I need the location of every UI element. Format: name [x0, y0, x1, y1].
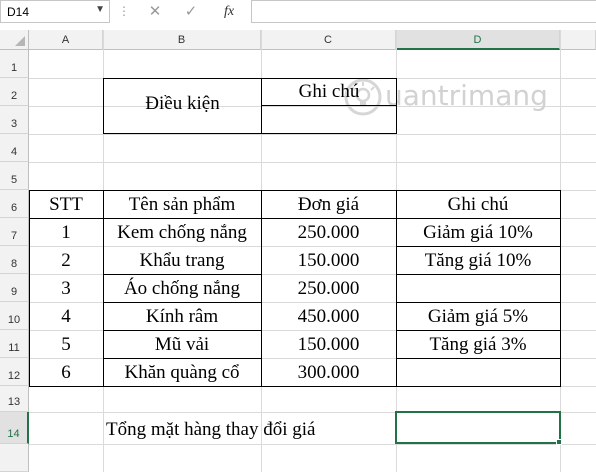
row-header-5[interactable]: 5	[0, 162, 29, 190]
fill-handle[interactable]	[556, 439, 562, 445]
row-number: 9	[10, 286, 18, 298]
row-header-1[interactable]: 1	[0, 50, 29, 78]
select-all-corner[interactable]	[0, 30, 29, 50]
row-header-15[interactable]	[0, 444, 29, 472]
worksheet-grid[interactable]: A B C D 1 2 3 4 5 6 7 8 9 10 11 12 13 14	[0, 30, 596, 472]
column-header-d[interactable]: D	[396, 30, 560, 50]
cell-product-name[interactable]: Kem chống nắng	[103, 222, 261, 244]
formula-bar-separator-icon: ⋮	[118, 4, 130, 18]
watermark-text: uantrimang	[385, 79, 548, 112]
select-all-icon[interactable]	[15, 36, 25, 46]
cell-product-name[interactable]: Khăn quàng cổ	[103, 362, 261, 384]
cell-stt[interactable]: 6	[29, 362, 103, 384]
row-number: 5	[10, 174, 18, 186]
table-row-divider	[396, 358, 560, 359]
row-number: 12	[7, 370, 21, 382]
name-box-value: D14	[7, 5, 30, 19]
cell-unit-price[interactable]: 150.000	[261, 334, 396, 356]
cell-stt[interactable]: 5	[29, 334, 103, 356]
summary-label[interactable]: Tổng mặt hàng thay đổi giá	[106, 419, 315, 441]
row-number: 1	[10, 62, 18, 74]
row-number: 6	[10, 202, 18, 214]
cell-stt[interactable]: 3	[29, 278, 103, 300]
cell-product-name[interactable]: Mũ vải	[103, 334, 261, 356]
cell-unit-price[interactable]: 250.000	[261, 222, 396, 244]
cell-note[interactable]: Giảm giá 5%	[396, 306, 560, 328]
cell-unit-price[interactable]: 450.000	[261, 306, 396, 328]
table-row-divider	[396, 246, 560, 247]
enter-icon[interactable]: ✓	[180, 2, 202, 22]
column-header-a[interactable]: A	[29, 30, 103, 50]
row-header-2[interactable]: 2	[0, 78, 29, 106]
active-cell-d14[interactable]	[395, 411, 561, 444]
row-number: 10	[7, 314, 21, 326]
row-header-9[interactable]: 9	[0, 274, 29, 302]
table-row-divider	[103, 358, 261, 359]
formula-bar-spacer	[0, 23, 596, 30]
header-note[interactable]: Ghi chú	[396, 194, 560, 216]
column-header-e[interactable]	[560, 30, 596, 50]
header-stt[interactable]: STT	[29, 194, 103, 216]
column-header-b[interactable]: B	[103, 30, 261, 50]
condition-box-divider	[261, 105, 396, 106]
row-header-11[interactable]: 11	[0, 330, 29, 358]
row-header-4[interactable]: 4	[0, 134, 29, 162]
cell-unit-price[interactable]: 150.000	[261, 250, 396, 272]
cell-note[interactable]: Tăng giá 10%	[396, 250, 560, 272]
cell-stt[interactable]: 1	[29, 222, 103, 244]
cell-product-name[interactable]: Kính râm	[103, 306, 261, 328]
gridline	[29, 444, 596, 445]
row-number: 14	[7, 428, 20, 440]
row-number: 3	[10, 118, 18, 130]
table-row-divider	[396, 302, 560, 303]
gridline	[29, 134, 596, 135]
row-header-6[interactable]: 6	[0, 190, 29, 218]
row-header-10[interactable]: 10	[0, 302, 29, 330]
cell-note[interactable]: Giảm giá 10%	[396, 222, 560, 244]
row-header-7[interactable]: 7	[0, 218, 29, 246]
row-header-8[interactable]: 8	[0, 246, 29, 274]
row-number: 13	[7, 396, 21, 408]
gridline	[29, 162, 596, 163]
table-row-divider	[103, 274, 261, 275]
table-header-divider	[29, 218, 561, 219]
cell-stt[interactable]: 4	[29, 306, 103, 328]
name-box[interactable]: D14 ▼	[0, 0, 110, 23]
cell-unit-price[interactable]: 300.000	[261, 362, 396, 384]
row-number: 7	[10, 230, 18, 242]
cell-unit-price[interactable]: 250.000	[261, 278, 396, 300]
cell-stt[interactable]: 2	[29, 250, 103, 272]
row-number: 11	[8, 342, 20, 354]
cancel-icon[interactable]: ✕	[144, 2, 166, 22]
row-number: 4	[10, 146, 18, 158]
formula-input[interactable]	[251, 0, 596, 23]
row-header-14[interactable]: 14	[0, 412, 29, 444]
formula-bar: D14 ▼ ⋮ ✕ ✓ fx	[0, 0, 596, 24]
insert-function-icon[interactable]: fx	[218, 2, 240, 22]
row-header-3[interactable]: 3	[0, 106, 29, 134]
table-row-divider	[396, 330, 560, 331]
row-number: 2	[10, 90, 18, 102]
cell-product-name[interactable]: Khẩu trang	[103, 250, 261, 272]
table-row-divider	[103, 302, 261, 303]
row-header-12[interactable]: 12	[0, 358, 29, 386]
cell-note[interactable]: Tăng giá 3%	[396, 334, 560, 356]
cell-product-name[interactable]: Áo chống nắng	[103, 278, 261, 300]
name-box-dropdown-icon[interactable]: ▼	[95, 4, 105, 15]
row-header-13[interactable]: 13	[0, 386, 29, 412]
header-unit-price[interactable]: Đơn giá	[261, 194, 396, 216]
condition-label[interactable]: Điều kiện	[104, 93, 261, 115]
table-row-divider	[396, 274, 560, 275]
table-row-divider	[103, 330, 261, 331]
header-product-name[interactable]: Tên sản phẩm	[103, 194, 261, 216]
row-number: 8	[10, 258, 18, 270]
column-header-c[interactable]: C	[261, 30, 396, 50]
condition-header[interactable]: Ghi chú	[262, 81, 396, 103]
